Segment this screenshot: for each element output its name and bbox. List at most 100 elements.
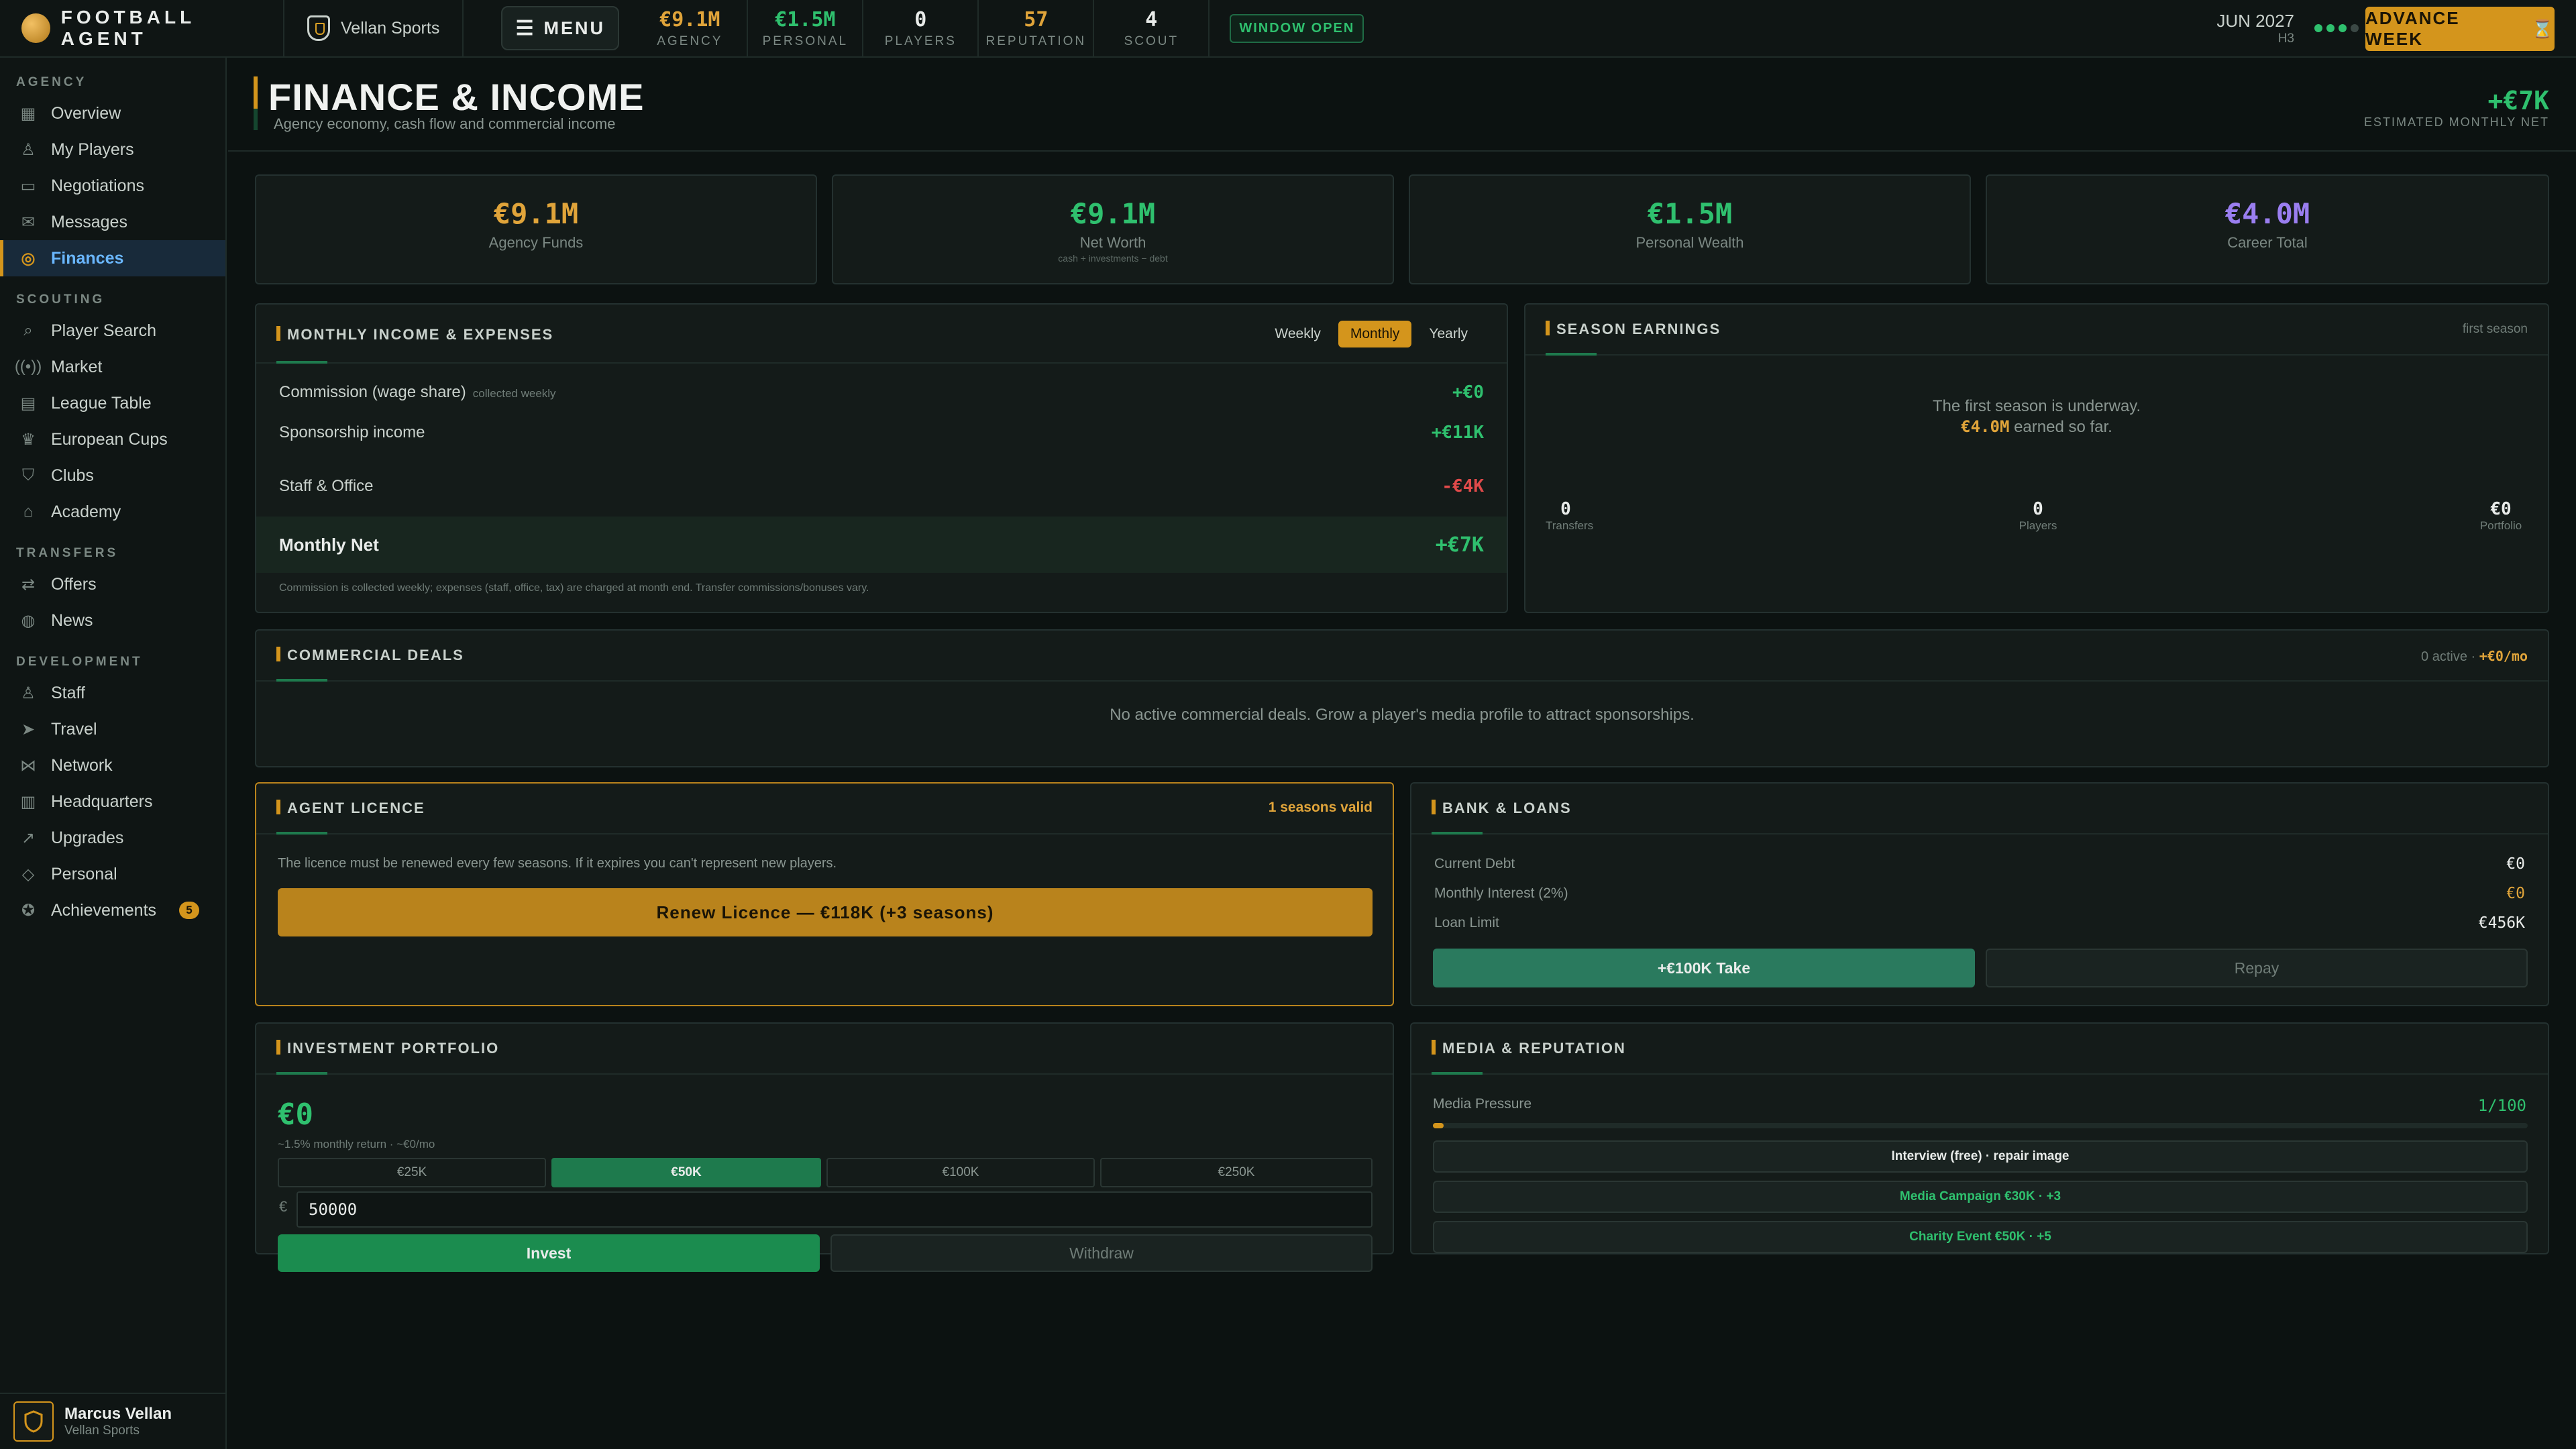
- renew-licence-button[interactable]: Renew Licence — €118K (+3 seasons): [278, 888, 1373, 936]
- stat-agency-value: €9.1M: [659, 7, 720, 32]
- row-label: Staff & Office: [279, 477, 374, 495]
- achievements-count-badge: 5: [179, 902, 200, 919]
- charity-event-button[interactable]: Charity Event €50K · +5: [1433, 1221, 2528, 1253]
- row-label: Monthly Interest (2%): [1434, 885, 1568, 901]
- withdraw-button[interactable]: Withdraw: [830, 1234, 1373, 1272]
- kpi-career-total: €4.0M Career Total: [1986, 174, 2549, 284]
- sidebar-item-headquarters[interactable]: ▥ Headquarters: [0, 784, 225, 820]
- sidebar-item-academy[interactable]: ⌂ Academy: [0, 494, 225, 530]
- sidebar-item-label: Offers: [51, 574, 97, 594]
- interview-button[interactable]: Interview (free) · repair image: [1433, 1140, 2528, 1173]
- period-weekly[interactable]: Weekly: [1263, 321, 1332, 347]
- commercial-empty-text: No active commercial deals. Grow a playe…: [1110, 706, 1695, 724]
- sidebar-item-label: Negotiations: [51, 176, 144, 195]
- divider: [1411, 1073, 2548, 1075]
- sidebar: AGENCY ▦ Overview ♙ My Players ▭ Negotiatio…: [0, 58, 227, 1449]
- season-line-suffix: earned so far.: [2014, 418, 2112, 436]
- commercial-deals-panel: COMMERCIAL DEALS 0 active · +€0/mo No ac…: [255, 629, 2549, 767]
- row-label: Commission (wage share) collected weekly: [279, 383, 556, 402]
- sidebar-item-clubs[interactable]: ⛉ Clubs: [0, 458, 225, 494]
- row-loan-limit: Loan Limit €456K: [1411, 910, 2548, 936]
- panel-title: AGENT LICENCE: [276, 800, 425, 817]
- row-value: +€7K: [1435, 533, 1484, 557]
- monthly-income-panel: MONTHLY INCOME & EXPENSES Weekly Monthly…: [255, 303, 1508, 613]
- sidebar-item-messages[interactable]: ✉ Messages: [0, 204, 225, 240]
- sidebar-item-my-players[interactable]: ♙ My Players: [0, 131, 225, 168]
- amount-250k-button[interactable]: €250K: [1100, 1158, 1373, 1187]
- sidebar-item-league-table[interactable]: ▤ League Table: [0, 385, 225, 421]
- commercial-active-count: 0 active: [2421, 649, 2467, 664]
- season-stat-label: Transfers: [1546, 519, 1594, 532]
- hourglass-icon: ⌛: [2531, 18, 2555, 39]
- grid-icon: ▦: [20, 104, 36, 123]
- shield-icon: ⛉: [22, 466, 34, 484]
- sidebar-item-network[interactable]: ⋈ Network: [0, 747, 225, 784]
- user-profile[interactable]: Marcus Vellan Vellan Sports: [0, 1393, 227, 1449]
- sidebar-item-label: Market: [51, 357, 103, 376]
- sidebar-item-travel[interactable]: ➤ Travel: [0, 711, 225, 747]
- menu-button[interactable]: ☰ MENU: [501, 6, 620, 50]
- sidebar-item-news[interactable]: ◍ News: [0, 602, 225, 639]
- page-header: FINANCE & INCOME Agency economy, cash fl…: [228, 58, 2576, 152]
- row-label: Monthly Net: [279, 534, 379, 555]
- row-label: Sponsorship income: [279, 423, 425, 441]
- sidebar-item-european-cups[interactable]: ♛ European Cups: [0, 421, 225, 458]
- period-yearly[interactable]: Yearly: [1417, 321, 1480, 347]
- sidebar-item-player-search[interactable]: ⌕ Player Search: [0, 313, 225, 349]
- sidebar-item-upgrades[interactable]: ↗ Upgrades: [0, 820, 225, 856]
- trend-up-icon: ↗: [21, 828, 36, 847]
- row-sponsorship: Sponsorship income +€11K: [256, 416, 1507, 449]
- sidebar-item-staff[interactable]: ♙ Staff: [0, 675, 225, 711]
- investment-amount-input[interactable]: [297, 1191, 1373, 1228]
- season-stat-label: Players: [2019, 519, 2057, 532]
- media-campaign-button[interactable]: Media Campaign €30K · +3: [1433, 1181, 2528, 1213]
- bank-loans-panel: BANK & LOANS Current Debt €0 Monthly Int…: [1410, 782, 2549, 1006]
- sidebar-item-market[interactable]: ((•)) Market: [0, 349, 225, 385]
- sidebar-item-overview[interactable]: ▦ Overview: [0, 95, 225, 131]
- investment-value: €0: [278, 1097, 313, 1132]
- progress-dot: [2314, 24, 2322, 32]
- divider-accent: [276, 1072, 327, 1075]
- divider: [1525, 354, 2548, 356]
- sidebar-item-label: My Players: [51, 140, 134, 159]
- take-loan-button[interactable]: +€100K Take: [1433, 949, 1975, 987]
- sidebar-item-label: Personal: [51, 864, 117, 883]
- season-line-2: €4.0M earned so far.: [1525, 417, 2548, 437]
- row-value: €456K: [2478, 914, 2525, 932]
- table-icon: ▤: [20, 394, 36, 413]
- mail-icon: ✉: [21, 213, 36, 231]
- period-monthly[interactable]: Monthly: [1338, 321, 1412, 347]
- stat-agency: €9.1M AGENCY: [633, 0, 749, 57]
- panel-title: MONTHLY INCOME & EXPENSES: [276, 326, 553, 343]
- sidebar-item-finances[interactable]: ◎ Finances: [0, 240, 225, 276]
- graduation-cap-icon: ⌂: [23, 502, 34, 521]
- hamburger-icon: ☰: [515, 17, 536, 40]
- row-label-text: Commission (wage share): [279, 383, 466, 401]
- panel-title: MEDIA & REPUTATION: [1432, 1040, 1626, 1057]
- footnote: Commission is collected weekly; expenses…: [279, 582, 869, 594]
- agency-chip[interactable]: Vellan Sports: [283, 0, 464, 57]
- repay-button[interactable]: Repay: [1986, 949, 2528, 987]
- divider-accent: [276, 832, 327, 835]
- sidebar-item-negotiations[interactable]: ▭ Negotiations: [0, 168, 225, 204]
- invest-button[interactable]: Invest: [278, 1234, 820, 1272]
- amount-100k-button[interactable]: €100K: [826, 1158, 1095, 1187]
- sidebar-item-personal[interactable]: ◇ Personal: [0, 856, 225, 892]
- coin-icon: ◎: [21, 249, 36, 268]
- sidebar-item-achievements[interactable]: ✪ Achievements 5: [0, 892, 225, 928]
- kpi-value: €9.1M: [1070, 197, 1156, 230]
- sidebar-item-label: European Cups: [51, 429, 168, 449]
- medal-icon: ✪: [21, 901, 36, 920]
- top-bar: FOOTBALL AGENT Vellan Sports ☰ MENU €9.1…: [0, 0, 2576, 58]
- commercial-summary: 0 active · +€0/mo: [2421, 648, 2528, 664]
- advance-week-button[interactable]: ADVANCE WEEK ⌛: [2365, 7, 2555, 51]
- users-icon: ♙: [21, 684, 36, 702]
- divider-accent: [1546, 353, 1597, 356]
- divider: [1411, 833, 2548, 835]
- amount-25k-button[interactable]: €25K: [278, 1158, 546, 1187]
- amount-50k-button[interactable]: €50K: [551, 1158, 821, 1187]
- sidebar-item-label: News: [51, 610, 93, 630]
- sidebar-item-offers[interactable]: ⇄ Offers: [0, 566, 225, 602]
- kpi-value: €1.5M: [1647, 197, 1733, 230]
- stat-reputation-label: REPUTATION: [985, 34, 1087, 48]
